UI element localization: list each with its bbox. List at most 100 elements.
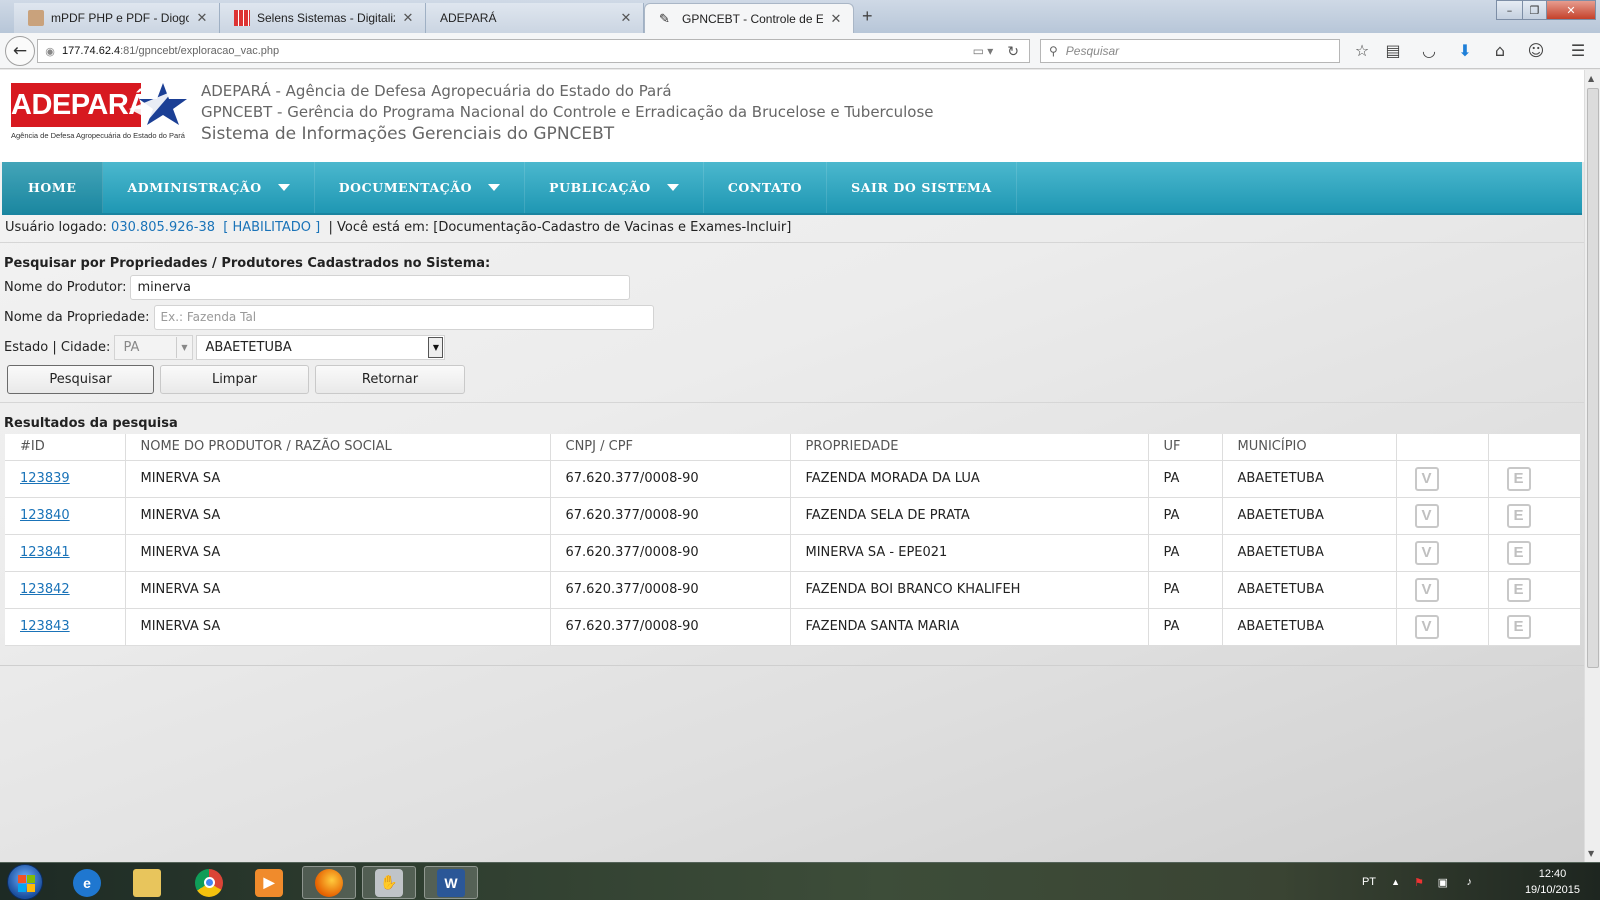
search-placeholder: Pesquisar [1065,44,1120,58]
menu-publicacao[interactable]: PUBLICAÇÃO [525,162,704,213]
browser-tab-1[interactable]: mPDF PHP e PDF - Diogo ... ✕ [14,3,220,33]
menu-contato[interactable]: CONTATO [704,162,828,213]
uf-cell: PA [1148,608,1223,646]
edit-icon[interactable]: E [1506,503,1531,528]
record-id-link[interactable]: 123842 [20,582,70,597]
scroll-up-icon[interactable]: ▲ [1588,74,1594,83]
main-menu: HOME ADMINISTRAÇÃO DOCUMENTAÇÃO PUBLICAÇ… [2,162,1582,215]
taskbar-firefox[interactable] [302,866,356,899]
tab-close-icon[interactable]: ✕ [195,10,209,26]
caret-down-icon [277,184,290,191]
maximize-button[interactable]: ❐ [1522,0,1547,20]
volume-icon[interactable]: ♪ [1467,876,1473,888]
close-window-button[interactable]: ✕ [1546,0,1596,20]
document-cell: 67.620.377/0008-90 [550,497,791,535]
menu-administracao[interactable]: ADMINISTRAÇÃO [103,162,315,213]
property-row: Nome da Propriedade: [4,305,654,330]
tab-close-icon[interactable]: ✕ [829,11,843,27]
reload-icon[interactable]: ↻ [1007,43,1019,60]
clock-time: 12:40 [1538,868,1567,880]
view-icon[interactable]: V [1414,577,1439,602]
table-row: 123841 MINERVA SA 67.620.377/0008-90 MIN… [5,534,1580,572]
reading-list-icon[interactable]: ▤ [1383,41,1403,61]
edit-icon[interactable]: E [1506,540,1531,565]
new-tab-button[interactable]: + [862,6,873,27]
edit-icon[interactable]: E [1506,466,1531,491]
clock[interactable]: 12:40 19/10/2015 [1525,866,1580,898]
star-icon[interactable]: ☆ [1352,41,1372,61]
pocket-icon[interactable]: ◡ [1419,41,1439,61]
taskbar-ie[interactable]: e [60,866,114,899]
record-id-link[interactable]: 123840 [20,508,70,523]
minimize-button[interactable]: – [1496,0,1523,20]
record-id-link[interactable]: 123841 [20,545,70,560]
property-input[interactable] [153,305,654,330]
taskbar-media[interactable]: ▶ [242,866,296,899]
chat-icon[interactable]: ☺ [1526,41,1546,61]
profile-favicon-icon [28,10,44,26]
taskbar-network-app[interactable]: ✋ [362,866,416,899]
word-icon: W [437,868,465,897]
browser-tab-4[interactable]: ✎ GPNCEBT - Controle de E... ✕ [644,3,854,33]
user-status-line: Usuário logado: 030.805.926-38 [ HABILIT… [5,215,791,239]
globe-icon: ◉ [45,45,55,58]
producer-label: Nome do Produtor: [4,280,127,295]
action-center-flag-icon[interactable]: ⚑ [1414,876,1424,889]
edit-icon[interactable]: E [1506,614,1531,639]
view-icon[interactable]: V [1414,503,1439,528]
reader-view-icon[interactable]: ▭ ▾ [973,44,994,58]
browser-nav-bar: ← ◉ 177.74.62.4:81/gpncebt/exploracao_va… [0,33,1600,69]
scroll-down-icon[interactable]: ▼ [1588,849,1594,858]
results-table: #ID NOME DO PRODUTOR / RAZÃO SOCIAL CNPJ… [5,434,1580,646]
view-icon[interactable]: V [1414,540,1439,565]
table-row: 123839 MINERVA SA 67.620.377/0008-90 FAZ… [5,460,1580,498]
start-button[interactable] [7,864,43,900]
menu-icon[interactable]: ☰ [1568,41,1588,61]
windows-logo-icon [18,875,26,883]
page-scrollbar[interactable]: ▲ ▼ [1584,70,1600,862]
taskbar-explorer[interactable] [120,866,174,899]
back-button[interactable]: ← [5,36,35,66]
city-select[interactable]: ABAETETUBA ▼ [196,335,446,360]
address-bar[interactable]: ◉ 177.74.62.4:81/gpncebt/exploracao_vac.… [37,39,1030,63]
edit-icon[interactable]: E [1506,577,1531,602]
view-icon[interactable]: V [1414,466,1439,491]
record-id-link[interactable]: 123839 [20,471,70,486]
menu-home[interactable]: HOME [2,162,104,213]
chevron-down-icon: ▼ [176,337,191,358]
municipality-cell: ABAETETUBA [1222,497,1397,535]
chevron-down-icon[interactable]: ▼ [428,337,444,358]
browser-tab-2[interactable]: Selens Sistemas - Digitaliza... ✕ [220,3,426,33]
download-icon[interactable]: ⬇ [1455,41,1475,61]
browser-tab-3[interactable]: ADEPARÁ ✕ [426,3,644,33]
search-bar[interactable]: ⚲ Pesquisar [1040,39,1340,63]
state-select[interactable]: PA ▼ [114,335,194,360]
language-indicator[interactable]: PT [1362,876,1376,888]
network-icon[interactable]: ▣ [1438,876,1448,889]
home-icon[interactable]: ⌂ [1490,41,1510,61]
firefox-icon [315,868,343,897]
clear-button[interactable]: Limpar [160,365,309,394]
back-button[interactable]: Retornar [315,365,465,394]
record-id-link[interactable]: 123843 [20,619,70,634]
producer-input[interactable] [130,275,631,300]
divider [0,242,1584,243]
uf-cell: PA [1148,534,1223,572]
menu-sair[interactable]: SAIR DO SISTEMA [827,162,1017,213]
taskbar-chrome[interactable] [182,866,236,899]
search-button[interactable]: Pesquisar [7,365,154,394]
view-icon[interactable]: V [1414,614,1439,639]
logo-text: ADEPARÁ [11,83,149,127]
taskbar-word[interactable]: W [424,866,478,899]
city-value: ABAETETUBA [205,340,292,355]
menu-label: CONTATO [727,180,803,195]
tab-close-icon[interactable]: ✕ [619,10,633,26]
document-cell: 67.620.377/0008-90 [550,534,791,572]
scrollbar-thumb[interactable] [1587,88,1599,668]
browser-tab-bar: mPDF PHP e PDF - Diogo ... ✕ Selens Sist… [0,0,1600,33]
menu-documentacao[interactable]: DOCUMENTAÇÃO [315,162,526,213]
uf-cell: PA [1148,460,1223,498]
tab-close-icon[interactable]: ✕ [401,10,415,26]
divider [0,402,1584,403]
show-hidden-icons-icon[interactable]: ▲ [1391,877,1400,887]
